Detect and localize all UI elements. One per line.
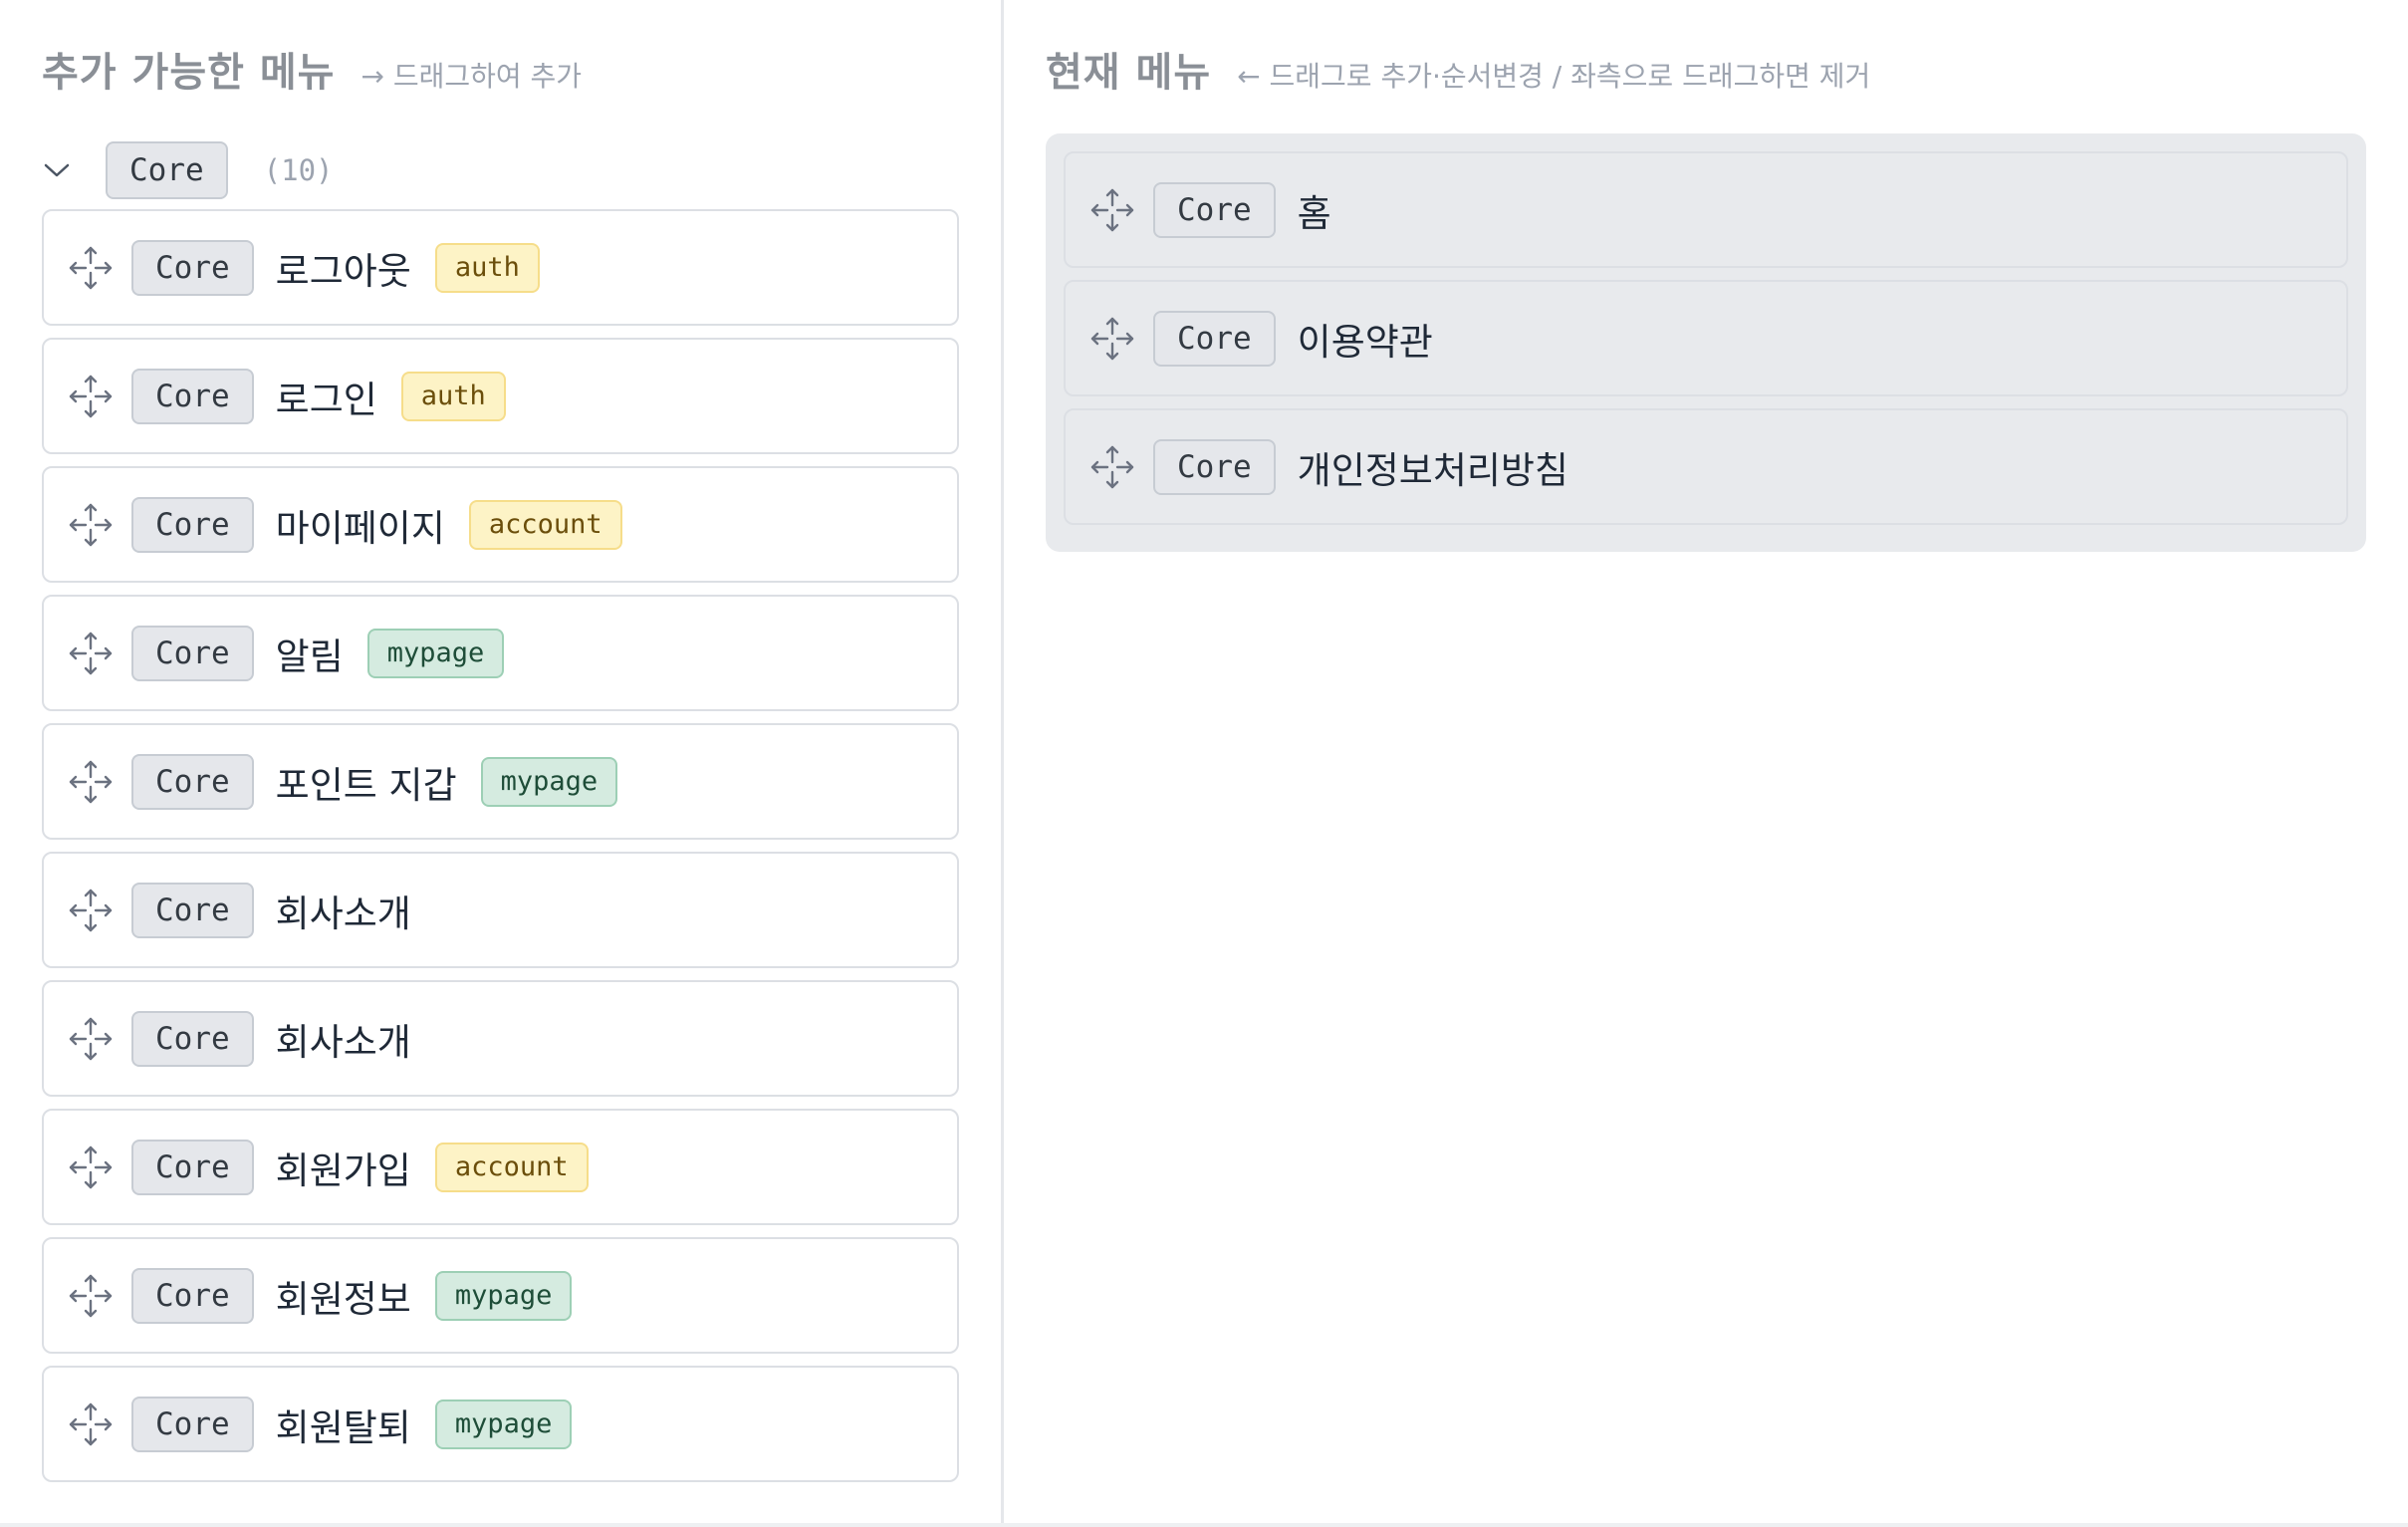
core-tag: Core	[131, 368, 254, 424]
group-tag: Core	[106, 141, 228, 199]
available-menu-list: Core 로그아웃 auth Core 로그인 auth Core 마이페이지 accoun…	[42, 209, 959, 1494]
move-arrows-icon[interactable]	[64, 498, 118, 552]
group-header-core[interactable]: Core (10)	[42, 139, 334, 201]
available-menu-item[interactable]: Core 로그인 auth	[42, 338, 959, 454]
core-tag: Core	[131, 625, 254, 681]
available-menu-item[interactable]: Core 알림 mypage	[42, 595, 959, 711]
move-arrows-icon[interactable]	[64, 241, 118, 295]
move-arrows-icon[interactable]	[64, 755, 118, 809]
menu-label: 회원가입	[275, 1148, 411, 1192]
available-menu-item[interactable]: Core 회원가입 account	[42, 1109, 959, 1225]
available-menu-header: 추가 가능한 메뉴 → 드래그하여 추가	[42, 40, 582, 98]
core-tag: Core	[131, 882, 254, 938]
menu-label: 포인트 지갑	[275, 763, 457, 807]
core-tag: Core	[131, 239, 254, 296]
menu-label: 회원정보	[275, 1277, 411, 1321]
menu-label: 로그아웃	[275, 249, 411, 293]
core-tag: Core	[131, 1396, 254, 1452]
current-menu-drop-zone[interactable]: Core 홈 Core 이용약관 Core 개인정보처리방침	[1046, 133, 2366, 552]
move-arrows-icon[interactable]	[64, 884, 118, 937]
current-menu-item[interactable]: Core 개인정보처리방침	[1064, 408, 2348, 525]
core-tag: Core	[1153, 310, 1276, 367]
available-menu-item[interactable]: Core 마이페이지 account	[42, 466, 959, 583]
available-menu-item[interactable]: Core 회사소개	[42, 980, 959, 1097]
available-menu-item[interactable]: Core 로그아웃 auth	[42, 209, 959, 326]
move-arrows-icon[interactable]	[1085, 440, 1139, 494]
current-menu-title: 현재 메뉴	[1046, 50, 1212, 96]
current-menu-hint: ← 드래그로 추가·순서변경 / 좌측으로 드래그하면 제거	[1237, 60, 1871, 93]
menu-label: 개인정보처리방침	[1297, 448, 1568, 492]
core-tag: Core	[1153, 181, 1276, 238]
current-menu-header: 현재 메뉴 ← 드래그로 추가·순서변경 / 좌측으로 드래그하면 제거	[1046, 40, 1870, 98]
current-menu-item[interactable]: Core 이용약관	[1064, 280, 2348, 396]
chevron-down-icon[interactable]	[42, 155, 72, 185]
core-tag: Core	[131, 1267, 254, 1324]
category-badge: account	[468, 499, 622, 550]
core-tag: Core	[131, 496, 254, 553]
current-menu-item[interactable]: Core 홈	[1064, 151, 2348, 268]
menu-label: 회원탈퇴	[275, 1405, 411, 1449]
menu-label: 회사소개	[275, 1020, 411, 1064]
category-badge: account	[434, 1142, 589, 1192]
menu-label: 홈	[1297, 191, 1331, 235]
move-arrows-icon[interactable]	[64, 1269, 118, 1323]
menu-label: 회사소개	[275, 891, 411, 935]
core-tag: Core	[131, 1010, 254, 1067]
move-arrows-icon[interactable]	[1085, 183, 1139, 237]
menu-editor: 추가 가능한 메뉴 → 드래그하여 추가 Core (10) Core 로그아웃 a…	[0, 0, 2408, 1527]
available-menu-title: 추가 가능한 메뉴	[42, 50, 336, 96]
core-tag: Core	[131, 1139, 254, 1195]
move-arrows-icon[interactable]	[1085, 312, 1139, 366]
category-badge: mypage	[366, 628, 505, 678]
category-badge: mypage	[480, 756, 618, 807]
core-tag: Core	[1153, 438, 1276, 495]
move-arrows-icon[interactable]	[64, 1398, 118, 1451]
category-badge: mypage	[434, 1399, 573, 1449]
category-badge: auth	[434, 242, 540, 293]
move-arrows-icon[interactable]	[64, 1141, 118, 1194]
category-badge: auth	[400, 371, 506, 421]
available-menu-item[interactable]: Core 포인트 지갑 mypage	[42, 723, 959, 840]
move-arrows-icon[interactable]	[64, 370, 118, 423]
bottom-border	[0, 1523, 2408, 1527]
available-menu-item[interactable]: Core 회원정보 mypage	[42, 1237, 959, 1354]
group-count: (10)	[263, 153, 334, 187]
menu-label: 이용약관	[1297, 320, 1433, 364]
core-tag: Core	[131, 753, 254, 810]
menu-label: 마이페이지	[275, 506, 445, 550]
panel-divider	[1001, 0, 1004, 1527]
move-arrows-icon[interactable]	[64, 627, 118, 680]
available-menu-item[interactable]: Core 회원탈퇴 mypage	[42, 1366, 959, 1482]
category-badge: mypage	[434, 1270, 573, 1321]
menu-label: 알림	[275, 635, 344, 678]
move-arrows-icon[interactable]	[64, 1012, 118, 1066]
available-menu-hint: → 드래그하여 추가	[361, 60, 583, 93]
menu-label: 로그인	[275, 378, 377, 421]
available-menu-item[interactable]: Core 회사소개	[42, 852, 959, 968]
